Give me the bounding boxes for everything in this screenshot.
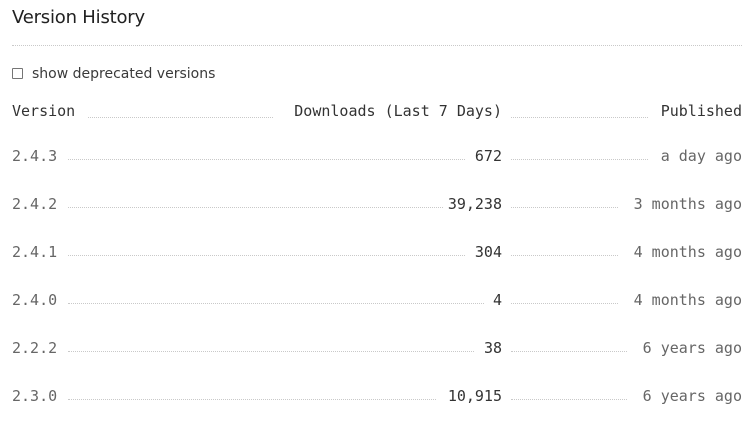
section-title: Version History [12, 7, 145, 28]
version-row: 2.4.0 4 4 months ago [12, 289, 742, 311]
leader-dots [68, 303, 484, 304]
version-link[interactable]: 2.3.0 [12, 385, 57, 407]
show-deprecated-toggle[interactable]: show deprecated versions [12, 62, 215, 86]
version-row: 2.4.3 672 a day ago [12, 145, 742, 167]
leader-dots [511, 207, 618, 208]
version-link[interactable]: 2.4.2 [12, 193, 57, 215]
version-row: 2.4.1 304 4 months ago [12, 241, 742, 263]
downloads-count: 10,915 [447, 387, 502, 405]
leader-dots [68, 255, 465, 256]
published-date: 3 months ago [633, 195, 742, 213]
leader-dots [511, 117, 648, 118]
leader-dots [511, 255, 618, 256]
leader-dots [511, 303, 618, 304]
downloads-count: 304 [474, 243, 502, 261]
downloads-count: 4 [492, 291, 502, 309]
downloads-count: 39,238 [447, 195, 502, 213]
leader-dots [88, 117, 273, 118]
version-link[interactable]: 2.4.3 [12, 145, 57, 167]
published-date: 4 months ago [633, 291, 742, 309]
leader-dots [68, 399, 436, 400]
version-link[interactable]: 2.2.2 [12, 337, 57, 359]
published-date: a day ago [660, 147, 742, 165]
published-date: 6 years ago [642, 339, 742, 357]
version-column-header: Version [12, 102, 76, 120]
published-date: 4 months ago [633, 243, 742, 261]
version-row: 2.3.0 10,915 6 years ago [12, 385, 742, 407]
leader-dots [68, 351, 474, 352]
show-deprecated-checkbox[interactable] [12, 67, 23, 79]
downloads-count: 38 [483, 339, 502, 357]
version-link[interactable]: 2.4.1 [12, 241, 57, 263]
show-deprecated-label[interactable]: show deprecated versions [32, 66, 215, 82]
leader-dots [68, 159, 465, 160]
downloads-column-header: Downloads (Last 7 Days) [294, 102, 502, 120]
divider [12, 45, 742, 46]
leader-dots [511, 351, 627, 352]
published-date: 6 years ago [642, 387, 742, 405]
leader-dots [511, 399, 627, 400]
leader-dots [68, 207, 443, 208]
leader-dots [511, 159, 648, 160]
downloads-count: 672 [474, 147, 502, 165]
version-row: 2.2.2 38 6 years ago [12, 337, 742, 359]
version-row: 2.4.2 39,238 3 months ago [12, 193, 742, 215]
published-column-header: Published [660, 102, 742, 120]
version-link[interactable]: 2.4.0 [12, 289, 57, 311]
table-header: Version Downloads (Last 7 Days) Publishe… [12, 100, 742, 122]
